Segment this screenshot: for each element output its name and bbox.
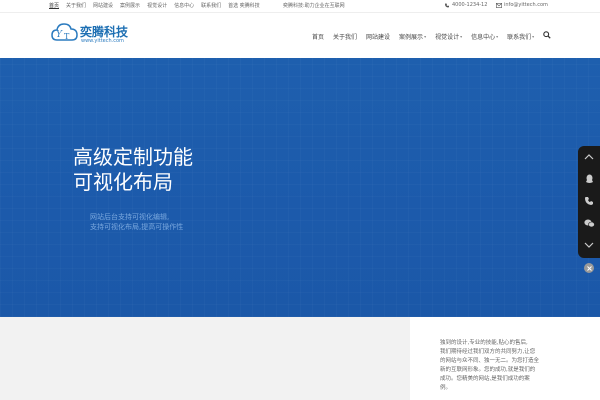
nav-item-label: 网站建设 [366, 34, 391, 41]
site-logo[interactable]: Y T 奕腾科技 www.yittech.com [51, 20, 141, 50]
chevron-up-icon [584, 154, 594, 160]
chevron-down-icon: ▾ [496, 34, 499, 39]
floating-sidebar [578, 146, 600, 258]
search-icon[interactable] [543, 31, 551, 39]
nav-item-about[interactable]: 关于我们 [333, 32, 357, 41]
nav-item-design[interactable]: 视觉设计 ▾ [435, 32, 462, 41]
qq-icon [585, 174, 593, 183]
logo-text-en: www.yittech.com [81, 38, 124, 44]
nav-item-label: 联系我们 [507, 34, 532, 41]
top-nav-website[interactable]: 网站建设 [93, 2, 113, 9]
intro-text: 独到的设计,专业的技能,贴心的售后, 我们期待经过我们双方的共同努力,让您 的网… [440, 339, 560, 393]
phone-icon [445, 3, 449, 7]
email-address[interactable]: info@yittech.com [504, 2, 548, 8]
chevron-down-icon: ▾ [460, 34, 463, 39]
nav-item-label: 信息中心 [471, 34, 496, 41]
chevron-down-icon: ▾ [532, 34, 535, 39]
top-nav: 首页 关于我们 网站建设 案例展示 视觉设计 信息中心 联系我们 首选 奕腾科技 [49, 2, 260, 9]
svg-text:Y: Y [56, 30, 63, 40]
chevron-down-icon: ▾ [424, 34, 427, 39]
top-nav-cases[interactable]: 案例展示 [120, 2, 140, 9]
intro-text-line: 我们期待经过我们双方的共同努力,让您 [440, 349, 536, 355]
hero-subtitle-line-2: 支持可视化布局,提高可操作性 [90, 223, 184, 231]
nav-item-label: 案例展示 [399, 34, 424, 41]
intro-text-line: 新的互联网形象。您的成功,就是我们的 [440, 367, 536, 373]
nav-item-label: 视觉设计 [435, 34, 460, 41]
hero-title: 高级定制功能 可视化布局 [73, 145, 193, 195]
top-nav-contact[interactable]: 联系我们 [201, 2, 221, 9]
nav-item-label: 关于我们 [333, 34, 358, 41]
nav-item-website[interactable]: 网站建设 [366, 32, 390, 41]
intro-image [0, 317, 410, 400]
intro-text-line: 的网站与众不同、独一无二。为您打造全 [440, 358, 540, 364]
hero-subtitle: 网站后台支持可视化编辑, 支持可视化布局,提高可操作性 [90, 212, 183, 232]
hero-title-line-2: 可视化布局 [73, 170, 173, 194]
top-nav-design[interactable]: 视觉设计 [147, 2, 167, 9]
mail-icon [496, 2, 502, 8]
wechat-button[interactable] [578, 212, 600, 234]
top-nav-preferred[interactable]: 首选 奕腾科技 [228, 2, 260, 9]
intro-text-line: 独到的设计,专业的技能,贴心的售后, [440, 340, 528, 346]
wechat-icon [583, 219, 595, 227]
contact-phone: 4000-1234-12 [444, 2, 487, 8]
hero-banner: 高级定制功能 可视化布局 网站后台支持可视化编辑, 支持可视化布局,提高可操作性 [0, 58, 600, 317]
nav-item-info[interactable]: 信息中心 ▾ [471, 32, 498, 41]
qq-button[interactable] [578, 168, 600, 190]
close-icon [586, 265, 592, 271]
top-nav-info[interactable]: 信息中心 [174, 2, 194, 9]
main-nav: 首页 关于我们 网站建设 案例展示 ▾ 视觉设计 ▾ 信息中心 ▾ 联系我们 ▾ [312, 32, 543, 41]
site-header: Y T 奕腾科技 www.yittech.com 首页 关于我们 网站建设 案例… [0, 13, 600, 58]
intro-text-line: 例。 [440, 385, 452, 391]
top-utility-bar: 首页 关于我们 网站建设 案例展示 视觉设计 信息中心 联系我们 首选 奕腾科技… [0, 0, 600, 13]
nav-item-label: 首页 [312, 34, 325, 41]
top-nav-about[interactable]: 关于我们 [66, 2, 86, 9]
phone-number: 4000-1234-12 [452, 2, 488, 8]
scroll-down-button[interactable] [578, 234, 600, 256]
nav-item-home[interactable]: 首页 [312, 32, 324, 41]
intro-section: 独到的设计,专业的技能,贴心的售后, 我们期待经过我们双方的共同努力,让您 的网… [0, 317, 600, 400]
intro-text-line: 成功。您精美的网站,是我们成功的案 [440, 376, 530, 382]
phone-icon [585, 197, 593, 205]
top-nav-home[interactable]: 首页 [49, 2, 59, 9]
svg-text:T: T [64, 32, 70, 41]
nav-item-contact[interactable]: 联系我们 ▾ [507, 32, 534, 41]
top-slogan: 奕腾科技:助力企业在互联网 [283, 3, 345, 9]
scroll-up-button[interactable] [578, 146, 600, 168]
sidebar-close-button[interactable] [584, 263, 594, 273]
nav-item-cases[interactable]: 案例展示 ▾ [399, 32, 426, 41]
hero-subtitle-line-1: 网站后台支持可视化编辑, [90, 213, 170, 221]
phone-button[interactable] [578, 190, 600, 212]
logo-cloud-icon: Y T [51, 23, 78, 41]
chevron-down-icon [584, 242, 594, 248]
contact-email: info@yittech.com [496, 2, 548, 8]
hero-title-line-1: 高级定制功能 [73, 145, 193, 169]
